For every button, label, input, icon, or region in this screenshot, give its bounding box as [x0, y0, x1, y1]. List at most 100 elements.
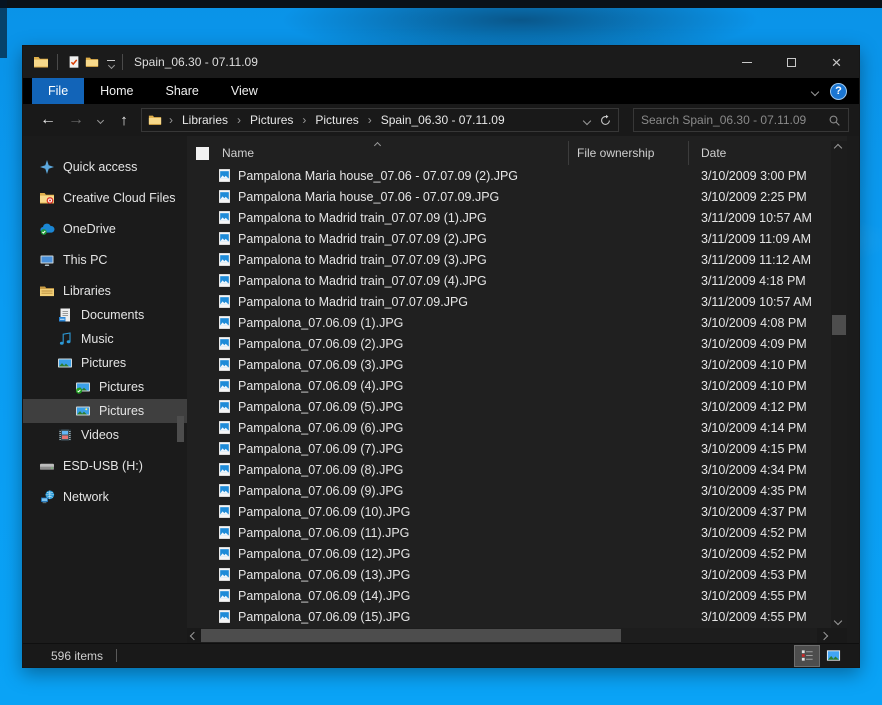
file-date: 3/11/2009 11:09 AM — [689, 232, 831, 246]
sidebar-item-music[interactable]: Music — [23, 327, 187, 351]
file-row[interactable]: Pampalona_07.06.09 (12).JPG3/10/2009 4:5… — [187, 543, 831, 564]
navigation-bar: ›Libraries›Pictures›Pictures›Spain_06.30… — [23, 104, 859, 136]
sidebar-item-videos[interactable]: Videos — [23, 423, 187, 447]
sidebar-item-esd-usb-h[interactable]: ESD-USB (H:) — [23, 454, 187, 478]
hscroll-track[interactable] — [201, 628, 817, 643]
file-name: Pampalona_07.06.09 (10).JPG — [238, 505, 569, 519]
sort-ascending-icon — [374, 142, 381, 149]
file-row[interactable]: Pampalona_07.06.09 (3).JPG3/10/2009 4:10… — [187, 354, 831, 375]
scroll-left-arrow-icon[interactable] — [187, 629, 201, 643]
sidebar-item-onedrive[interactable]: OneDrive — [23, 217, 187, 241]
tab-view[interactable]: View — [215, 78, 274, 104]
properties-check-icon[interactable] — [65, 53, 83, 71]
recent-locations-chevron-icon[interactable] — [93, 108, 107, 132]
breadcrumb: ›Libraries›Pictures›Pictures›Spain_06.30… — [162, 113, 507, 127]
file-row[interactable]: Pampalona_07.06.09 (13).JPG3/10/2009 4:5… — [187, 564, 831, 585]
sidebar-item-libraries[interactable]: Libraries — [23, 279, 187, 303]
file-row[interactable]: Pampalona_07.06.09 (7).JPG3/10/2009 4:15… — [187, 438, 831, 459]
breadcrumb-segment[interactable]: Libraries — [180, 113, 230, 127]
help-icon[interactable] — [830, 83, 847, 100]
maximize-button[interactable] — [769, 46, 814, 78]
breadcrumb-separator-icon[interactable]: › — [162, 113, 180, 127]
image-file-icon — [217, 210, 232, 225]
network-icon — [39, 489, 55, 505]
details-view-button[interactable] — [795, 646, 819, 666]
sidebar-item-pictures[interactable]: Pictures — [23, 399, 187, 423]
vscroll-thumb[interactable] — [832, 315, 846, 335]
breadcrumb-segment[interactable]: Pictures — [248, 113, 295, 127]
sidebar-item-quick-access[interactable]: Quick access — [23, 155, 187, 179]
scroll-down-arrow-icon[interactable] — [831, 614, 845, 628]
column-header-file-ownership[interactable]: File ownership — [569, 141, 689, 165]
column-label-name: Name — [222, 146, 254, 160]
sidebar-item-documents[interactable]: Documents — [23, 303, 187, 327]
image-file-icon — [217, 168, 232, 183]
vscroll-track[interactable] — [831, 155, 847, 614]
sidebar-item-network[interactable]: Network — [23, 485, 187, 509]
horizontal-scrollbar[interactable] — [187, 628, 831, 643]
tab-file[interactable]: File — [32, 78, 84, 104]
thumbnails-view-button[interactable] — [821, 646, 845, 666]
sidebar-scrollbar[interactable] — [177, 136, 184, 643]
file-row[interactable]: Pampalona to Madrid train_07.07.09.JPG3/… — [187, 291, 831, 312]
file-row[interactable]: Pampalona_07.06.09 (2).JPG3/10/2009 4:09… — [187, 333, 831, 354]
sidebar-item-pictures[interactable]: Pictures — [23, 351, 187, 375]
breadcrumb-segment[interactable]: Pictures — [313, 113, 360, 127]
qat-separator — [57, 54, 58, 70]
up-button[interactable] — [113, 108, 135, 132]
breadcrumb-separator-icon[interactable]: › — [230, 113, 248, 127]
sidebar-item-this-pc[interactable]: This PC — [23, 248, 187, 272]
column-header-name[interactable]: Name — [187, 141, 569, 165]
file-row[interactable]: Pampalona_07.06.09 (4).JPG3/10/2009 4:10… — [187, 375, 831, 396]
tab-share[interactable]: Share — [150, 78, 215, 104]
file-row[interactable]: Pampalona to Madrid train_07.07.09 (4).J… — [187, 270, 831, 291]
file-row[interactable]: Pampalona Maria house_07.06 - 07.07.09.J… — [187, 186, 831, 207]
select-all-checkbox[interactable] — [196, 147, 209, 160]
file-date: 3/11/2009 10:57 AM — [689, 211, 831, 225]
file-row[interactable]: Pampalona_07.06.09 (15).JPG3/10/2009 4:5… — [187, 606, 831, 627]
minimize-button[interactable] — [724, 46, 769, 78]
sidebar-item-label: Documents — [81, 308, 144, 322]
sidebar-item-creative-cloud-files[interactable]: Creative Cloud Files — [23, 186, 187, 210]
scroll-up-arrow-icon[interactable] — [831, 141, 845, 155]
file-date: 3/11/2009 11:12 AM — [689, 253, 831, 267]
tab-home[interactable]: Home — [84, 78, 149, 104]
file-row[interactable]: Pampalona_07.06.09 (6).JPG3/10/2009 4:14… — [187, 417, 831, 438]
qat-dropdown-icon[interactable] — [107, 57, 115, 68]
address-bar[interactable]: ›Libraries›Pictures›Pictures›Spain_06.30… — [141, 108, 619, 132]
file-row[interactable]: Pampalona_07.06.09 (11).JPG3/10/2009 4:5… — [187, 522, 831, 543]
scrollbar-corner — [831, 628, 847, 643]
libraries-folder-icon — [39, 283, 55, 299]
refresh-icon[interactable] — [599, 114, 612, 127]
sidebar-item-pictures[interactable]: Pictures — [23, 375, 187, 399]
new-folder-icon[interactable] — [83, 53, 101, 71]
hscroll-thumb[interactable] — [201, 629, 621, 642]
breadcrumb-separator-icon[interactable]: › — [295, 113, 313, 127]
search-input[interactable] — [641, 113, 828, 127]
file-row[interactable]: Pampalona to Madrid train_07.07.09 (1).J… — [187, 207, 831, 228]
file-name: Pampalona_07.06.09 (6).JPG — [238, 421, 569, 435]
address-dropdown-chevron-icon[interactable] — [584, 111, 590, 129]
breadcrumb-segment[interactable]: Spain_06.30 - 07.11.09 — [379, 113, 507, 127]
file-row[interactable]: Pampalona_07.06.09 (10).JPG3/10/2009 4:3… — [187, 501, 831, 522]
breadcrumb-separator-icon[interactable]: › — [361, 113, 379, 127]
titlebar[interactable]: Spain_06.30 - 07.11.09 — [23, 46, 859, 78]
file-row[interactable]: Pampalona_07.06.09 (14).JPG3/10/2009 4:5… — [187, 585, 831, 606]
file-row[interactable]: Pampalona_07.06.09 (1).JPG3/10/2009 4:08… — [187, 312, 831, 333]
file-row[interactable]: Pampalona to Madrid train_07.07.09 (3).J… — [187, 249, 831, 270]
vertical-scrollbar[interactable] — [831, 136, 847, 643]
file-row[interactable]: Pampalona_07.06.09 (9).JPG3/10/2009 4:35… — [187, 480, 831, 501]
expand-ribbon-chevron-icon[interactable] — [812, 82, 818, 100]
file-row[interactable]: Pampalona Maria house_07.06 - 07.07.09 (… — [187, 165, 831, 186]
file-row[interactable]: Pampalona_07.06.09 (5).JPG3/10/2009 4:12… — [187, 396, 831, 417]
sidebar-scroll-thumb[interactable] — [177, 416, 184, 442]
forward-button[interactable] — [65, 108, 87, 132]
scroll-right-arrow-icon[interactable] — [817, 629, 831, 643]
image-file-icon — [217, 315, 232, 330]
column-header-date[interactable]: Date — [689, 141, 831, 165]
back-button[interactable] — [37, 108, 59, 132]
close-button[interactable] — [814, 46, 859, 78]
file-row[interactable]: Pampalona to Madrid train_07.07.09 (2).J… — [187, 228, 831, 249]
search-icon[interactable] — [828, 114, 841, 127]
file-row[interactable]: Pampalona_07.06.09 (8).JPG3/10/2009 4:34… — [187, 459, 831, 480]
